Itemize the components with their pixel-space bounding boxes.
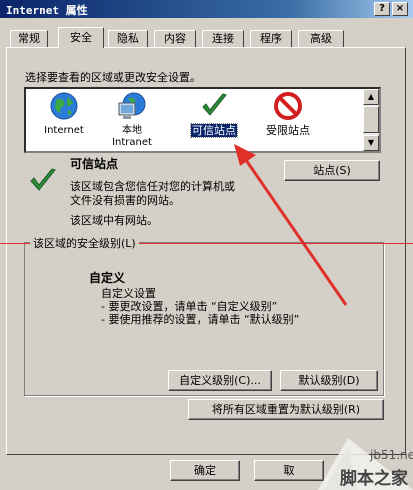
zone-status-text: 该区域中有网站。 bbox=[70, 214, 158, 227]
tab-content[interactable]: 内容 bbox=[154, 30, 196, 47]
intranet-icon bbox=[118, 92, 146, 119]
trusted-zone-checkmark-icon bbox=[30, 168, 56, 191]
security-level-label: 该区域的安全级别(L) bbox=[30, 235, 139, 251]
tab-connections[interactable]: 连接 bbox=[202, 30, 244, 47]
watermark-site: jb51.net bbox=[370, 448, 413, 462]
zone-info-title: 可信站点 bbox=[70, 157, 119, 171]
close-button[interactable]: × bbox=[392, 2, 408, 16]
checkmark-icon bbox=[202, 93, 227, 116]
scroll-down-icon[interactable]: ▼ bbox=[363, 135, 379, 151]
globe-icon bbox=[50, 92, 78, 120]
zone-description-line2: 文件没有损害的网站。 bbox=[70, 194, 180, 207]
tab-security[interactable]: 安全 bbox=[58, 27, 104, 48]
tab-advanced[interactable]: 高级 bbox=[298, 30, 344, 47]
watermark-name: 脚本之家 bbox=[340, 469, 408, 489]
zone-internet-label: Internet bbox=[44, 125, 84, 136]
scroll-thumb[interactable] bbox=[363, 106, 379, 133]
zone-local-intranet[interactable]: 本地 Intranet bbox=[103, 91, 161, 149]
tab-privacy[interactable]: 隐私 bbox=[108, 30, 148, 47]
sites-button[interactable]: 站点(S) bbox=[284, 160, 380, 181]
zone-trusted-sites-label: 可信站点 bbox=[190, 123, 238, 138]
zone-list-scrollbar[interactable]: ▲ ▼ bbox=[363, 89, 379, 151]
zone-local-intranet-label: 本地 Intranet bbox=[112, 125, 152, 148]
instruction-text: 选择要查看的区域或更改安全设置。 bbox=[25, 71, 201, 84]
restricted-icon bbox=[274, 92, 302, 120]
security-level-name: 自定义 bbox=[89, 271, 126, 285]
custom-level-button[interactable]: 自定义级别(C)... bbox=[168, 370, 272, 391]
cancel-button[interactable]: 取 bbox=[254, 460, 324, 481]
zone-internet[interactable]: Internet bbox=[36, 91, 92, 137]
scroll-up-icon[interactable]: ▲ bbox=[363, 89, 379, 105]
ok-button[interactable]: 确定 bbox=[170, 460, 240, 481]
help-button[interactable]: ? bbox=[374, 2, 390, 16]
reset-all-zones-button[interactable]: 将所有区域重置为默认级别(R) bbox=[188, 399, 384, 420]
security-level-desc3: - 要使用推荐的设置，请单击 “默认级别” bbox=[101, 313, 300, 326]
zone-trusted-sites[interactable]: 可信站点 bbox=[184, 91, 244, 138]
tab-general[interactable]: 常规 bbox=[10, 30, 48, 47]
zone-restricted-sites-label: 受限站点 bbox=[266, 124, 310, 137]
tab-programs[interactable]: 程序 bbox=[250, 30, 292, 47]
zone-restricted-sites[interactable]: 受限站点 bbox=[258, 91, 318, 137]
watermark: jb51.net 脚本之家 bbox=[318, 438, 413, 490]
default-level-button[interactable]: 默认级别(D) bbox=[280, 370, 378, 391]
window-title: Internet 属性 bbox=[6, 4, 88, 17]
